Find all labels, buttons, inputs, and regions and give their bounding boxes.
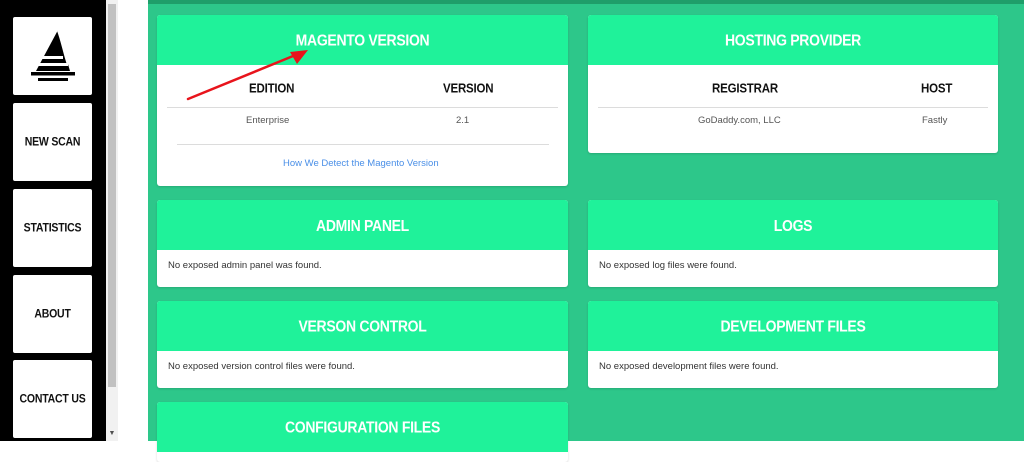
- card-title: HOSTING PROVIDER: [725, 30, 861, 50]
- wizard-hat-icon: [30, 29, 75, 81]
- admin-panel-message: No exposed admin panel was found.: [168, 260, 322, 271]
- card-title: DEVELOPMENT FILES: [720, 316, 866, 336]
- section-divider: [177, 144, 549, 145]
- sidebar-item-statistics[interactable]: STATISTICS: [13, 189, 92, 267]
- card-header: ADMIN PANEL: [157, 200, 568, 250]
- card-header: HOSTING PROVIDER: [588, 15, 998, 65]
- card-title: VERSON CONTROL: [298, 316, 427, 336]
- hosting-provider-card: HOSTING PROVIDER REGISTRAR HOST GoDaddy.…: [588, 15, 998, 153]
- version-control-card: VERSON CONTROL No exposed version contro…: [157, 301, 568, 388]
- card-title: LOGS: [773, 215, 813, 235]
- card-title: CONFIGURATION FILES: [284, 417, 441, 437]
- column-header-version: VERSION: [443, 82, 494, 96]
- card-header: VERSON CONTROL: [157, 301, 568, 351]
- scrollbar-thumb[interactable]: [108, 4, 116, 387]
- sidebar-item-label: CONTACT US: [19, 392, 86, 406]
- sidebar-item-label: NEW SCAN: [24, 135, 81, 149]
- sidebar-item-contact-us[interactable]: CONTACT US: [13, 360, 92, 438]
- scroll-down-arrow-icon[interactable]: ▼: [108, 430, 116, 438]
- sidebar: NEW SCAN STATISTICS ABOUT CONTACT US: [0, 0, 106, 441]
- card-header: DEVELOPMENT FILES: [588, 301, 998, 351]
- logs-message: No exposed log files were found.: [599, 260, 737, 271]
- sidebar-item-new-scan[interactable]: NEW SCAN: [13, 103, 92, 181]
- admin-panel-card: ADMIN PANEL No exposed admin panel was f…: [157, 200, 568, 287]
- logs-card: LOGS No exposed log files were found.: [588, 200, 998, 287]
- column-header-host: HOST: [921, 82, 953, 96]
- table-divider: [598, 107, 988, 108]
- sidebar-item-about[interactable]: ABOUT: [13, 275, 92, 353]
- version-control-message: No exposed version control files were fo…: [168, 361, 355, 372]
- development-files-message: No exposed development files were found.: [599, 361, 779, 372]
- registrar-value: GoDaddy.com, LLC: [698, 115, 781, 126]
- detect-version-link[interactable]: How We Detect the Magento Version: [283, 158, 439, 169]
- table-divider: [167, 107, 558, 108]
- column-header-registrar: REGISTRAR: [712, 82, 778, 96]
- page-gutter: [118, 0, 148, 441]
- host-value: Fastly: [922, 115, 948, 126]
- card-header: CONFIGURATION FILES: [157, 402, 568, 452]
- development-files-card: DEVELOPMENT FILES No exposed development…: [588, 301, 998, 388]
- red-arrow-icon: [186, 50, 308, 101]
- sidebar-item-label: STATISTICS: [23, 221, 82, 235]
- logo-tile[interactable]: [13, 17, 92, 95]
- sidebar-item-label: ABOUT: [34, 307, 71, 321]
- configuration-files-card: CONFIGURATION FILES: [157, 402, 568, 462]
- version-value: 2.1: [456, 115, 470, 126]
- card-header: LOGS: [588, 200, 998, 250]
- edition-value: Enterprise: [246, 115, 290, 126]
- card-title: ADMIN PANEL: [316, 215, 409, 235]
- scrollbar[interactable]: ▼: [106, 0, 118, 441]
